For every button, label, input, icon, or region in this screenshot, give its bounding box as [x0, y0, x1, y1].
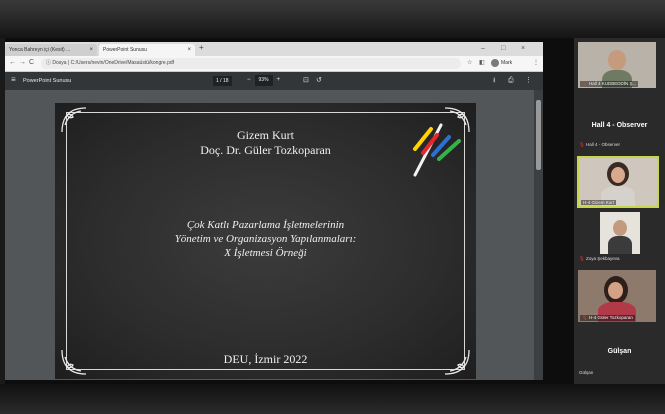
page-number[interactable]: 1 / 18 [213, 76, 232, 86]
address-bar: ← → C ⓘ Dosya | C:/Users/nevin/OneDrive/… [5, 56, 543, 72]
gulsan-heading: Gülşan [607, 348, 632, 355]
close-tab-icon[interactable]: × [89, 44, 93, 56]
zoom-out-icon[interactable]: − [247, 77, 251, 83]
scrollbar-thumb[interactable] [536, 100, 541, 170]
monitor-bezel-bottom [0, 384, 665, 414]
slide-title-line-2: Yönetim ve Organizasyon Yapılanmaları: [174, 233, 357, 245]
zoom-controls: −93% + [247, 75, 280, 86]
url-field[interactable]: ⓘ Dosya | C:/Users/nevin/OneDrive/Masaüs… [41, 58, 461, 69]
url-text: Dosya | C:/Users/nevin/OneDrive/Masaüstü… [52, 60, 175, 66]
participant-tile[interactable] [600, 212, 640, 254]
participant-face [608, 50, 626, 70]
participant-label: H-4 Gizem Kurt [581, 200, 617, 205]
participant-face [611, 167, 625, 183]
participant-tile[interactable]: 🎙 H-4 Güler Tozkoparan [578, 270, 656, 322]
maximize-icon[interactable]: □ [501, 42, 505, 55]
participant-tile[interactable]: 🎙 Hall 4 KUDBEDDİN Ş... [578, 42, 656, 88]
tab-label: PowerPoint Sunusu [103, 47, 147, 53]
zoom-in-icon[interactable]: + [277, 77, 281, 83]
extension-icon[interactable]: ◧ [479, 58, 485, 68]
profile-button[interactable]: Mark [491, 58, 525, 68]
page-indicator[interactable]: 1 / 18 [213, 76, 232, 86]
slide-title-line-3: X İşletmesi Örneği [224, 247, 307, 259]
new-tab-icon[interactable]: + [199, 43, 204, 52]
tab-strip: Yonca Bahreyn içi (Kesit) ... × PowerPoi… [5, 42, 543, 56]
participant-body [608, 236, 632, 254]
forward-icon[interactable]: → [19, 58, 26, 68]
participant-face [613, 220, 627, 236]
author-name: Gizem Kurt [237, 128, 294, 142]
active-speaker-tile[interactable]: H-4 Gizem Kurt [577, 156, 659, 208]
monitor-bezel-top [0, 0, 665, 38]
observer-heading: Hall 4 - Observer [591, 122, 648, 129]
slide-footer: DEU, İzmir 2022 [223, 352, 308, 366]
participant-label: 🎙 H-4 Güler Tozkoparan [580, 315, 635, 321]
advisor-name: Doç. Dr. Güler Tozkoparan [200, 143, 331, 157]
scrollbar[interactable] [534, 90, 543, 380]
muted-mic-icon: 🎙 [579, 256, 585, 261]
minimize-icon[interactable]: – [481, 42, 485, 55]
print-icon[interactable]: ⎙ [508, 75, 514, 86]
tab-label: Yonca Bahreyn içi (Kesit) ... [9, 47, 71, 53]
gulsan-label: Gülşan [579, 370, 594, 375]
rotate-icon[interactable]: ↺ [316, 75, 322, 86]
tab-powerpoint[interactable]: PowerPoint Sunusu × [99, 44, 195, 56]
back-icon[interactable]: ← [9, 58, 16, 68]
muted-mic-icon: 🎙 [582, 315, 588, 320]
pdf-toolbar: ≡ PowerPoint Sunusu 1 / 18 −93% + ⊡ ↺ ⭳ ⎙… [5, 72, 543, 90]
participant-label: 🎙 Zoya Şekbayeva [579, 256, 620, 261]
close-window-icon[interactable]: × [521, 42, 525, 55]
slide-page: Gizem Kurt Doç. Dr. Güler Tozkoparan Çok… [55, 103, 476, 379]
profile-label: Mark [501, 60, 513, 66]
reload-icon[interactable]: C [29, 58, 34, 68]
more-icon[interactable]: ⋮ [525, 75, 532, 86]
fit-page-icon[interactable]: ⊡ [303, 75, 309, 86]
muted-mic-icon: 🎙 [579, 142, 585, 147]
participant-label: 🎙 Hall 4 KUDBEDDİN Ş... [580, 81, 639, 87]
download-icon[interactable]: ⭳ [493, 75, 495, 86]
observer-label: 🎙 Hall 4 - Observer [579, 142, 620, 147]
participant-face [608, 282, 623, 299]
slide-title-line-1: Çok Katlı Pazarlama İşletmelerinin [186, 219, 345, 231]
avatar [491, 58, 499, 67]
pdf-title: PowerPoint Sunusu [23, 78, 72, 84]
participant-panel: 🎙 Hall 4 KUDBEDDİN Ş... Hall 4 - Observe… [574, 38, 665, 384]
close-tab-icon[interactable]: × [187, 44, 191, 56]
zoom-level[interactable]: 93% [254, 75, 273, 86]
star-icon[interactable]: ☆ [467, 58, 472, 68]
menu-icon[interactable]: ≡ [11, 75, 16, 85]
tab-bahreyn[interactable]: Yonca Bahreyn içi (Kesit) ... × [5, 44, 97, 56]
muted-mic-icon: 🎙 [582, 81, 588, 86]
more-icon[interactable]: ⋮ [533, 58, 539, 68]
